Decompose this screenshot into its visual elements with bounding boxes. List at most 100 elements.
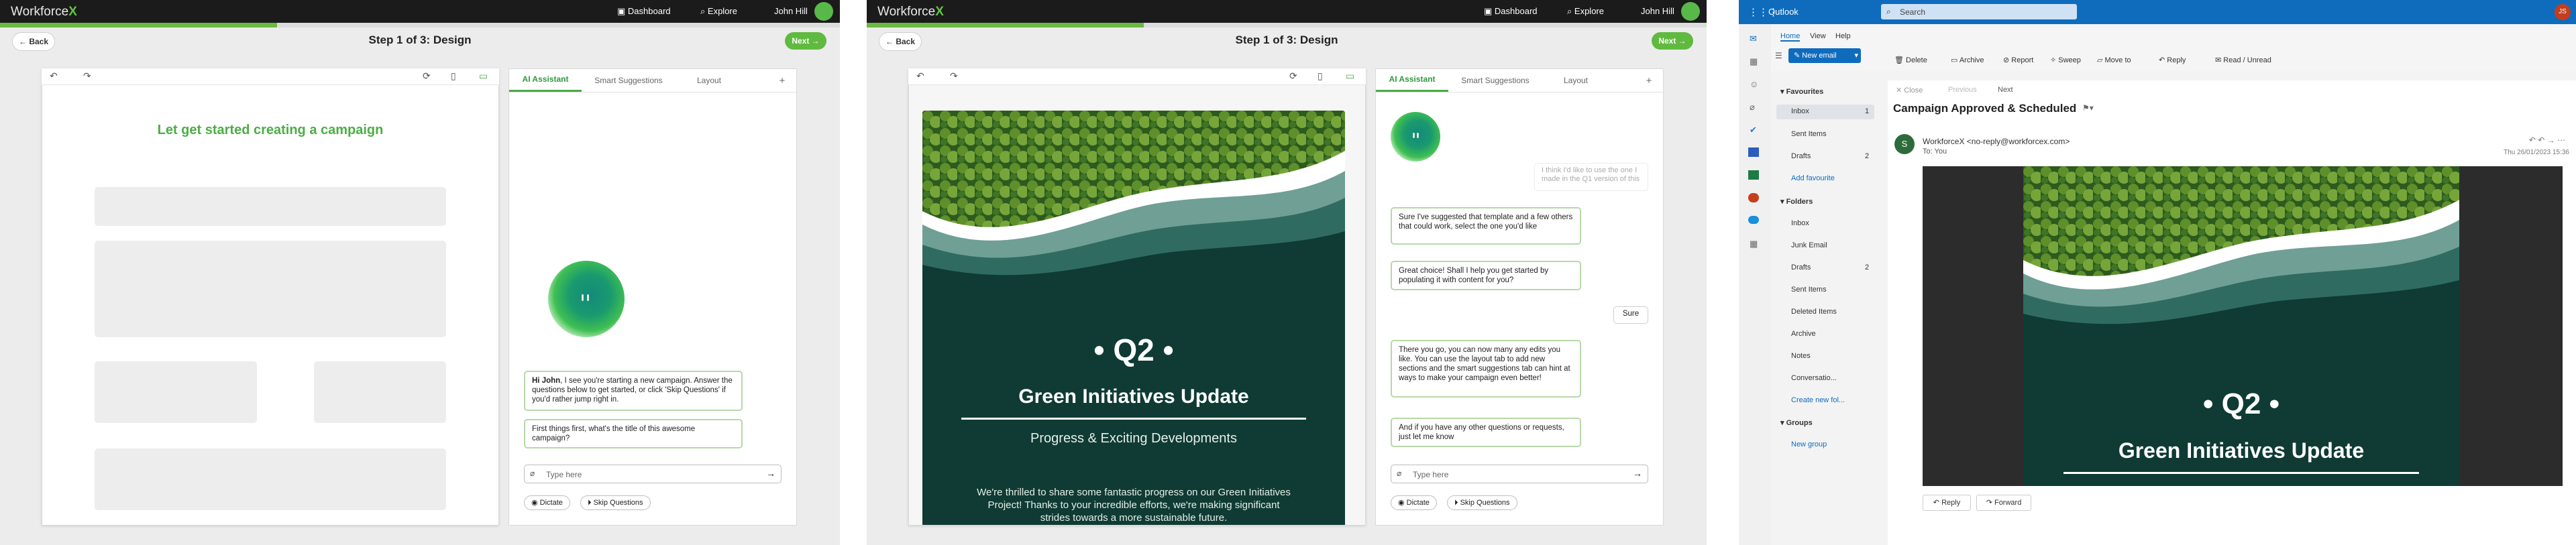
canvas-toolbar: ↶ ↷ ⟳ ▯ ▭ bbox=[908, 68, 1366, 85]
create-folder-link[interactable]: Create new fol... bbox=[1791, 396, 1845, 404]
favourite-inbox[interactable]: Inbox bbox=[1791, 107, 1809, 115]
forward-button[interactable]: ↷ Forward bbox=[1976, 495, 2031, 511]
folder-conversation[interactable]: Conversatio... bbox=[1791, 374, 1837, 382]
favourites-header[interactable]: ▾ Favourites bbox=[1780, 87, 1823, 96]
attach-icon[interactable]: ⌀ bbox=[530, 469, 535, 478]
mail-icon[interactable]: ✉ bbox=[1750, 34, 1757, 44]
folder-drafts[interactable]: Drafts bbox=[1791, 263, 1811, 271]
nav-explore[interactable]: ⌕ Explore bbox=[1567, 6, 1604, 17]
favourite-sent[interactable]: Sent Items bbox=[1791, 130, 1827, 138]
refresh-icon[interactable]: ⟳ bbox=[1289, 70, 1297, 82]
send-icon[interactable]: → bbox=[766, 468, 775, 479]
redo-icon[interactable]: ↷ bbox=[83, 70, 91, 82]
reply-button[interactable]: ↶ Reply bbox=[1923, 495, 1971, 511]
app-screen-step1: WorkforceX ▣ Dashboard ⌕ Explore John Hi… bbox=[0, 0, 840, 545]
folder-sent[interactable]: Sent Items bbox=[1791, 286, 1827, 294]
user-name[interactable]: John Hill bbox=[774, 6, 808, 16]
nav-explore[interactable]: ⌕ Explore bbox=[700, 6, 737, 17]
add-favourite-link[interactable]: Add favourite bbox=[1791, 174, 1835, 182]
user-avatar[interactable]: JS bbox=[2555, 4, 2571, 20]
ai-message: Sure I've suggested that template and a … bbox=[1391, 207, 1581, 245]
placeholder-block[interactable] bbox=[95, 361, 257, 423]
placeholder-block[interactable] bbox=[314, 361, 446, 423]
app-logo[interactable]: WorkforceX bbox=[11, 5, 77, 19]
apps-icon[interactable]: ▦ bbox=[1750, 239, 1758, 249]
tab-smart-suggestions[interactable]: Smart Suggestions bbox=[1456, 69, 1534, 92]
folder-notes[interactable]: Notes bbox=[1791, 352, 1811, 360]
delete-button[interactable]: 🗑 Delete bbox=[1894, 56, 1927, 64]
user-avatar[interactable] bbox=[1681, 2, 1700, 21]
folder-archive[interactable]: Archive bbox=[1791, 330, 1816, 338]
email-template[interactable]: • Q2 • Green Initiatives Update Progress… bbox=[922, 111, 1345, 525]
placeholder-block[interactable] bbox=[95, 241, 446, 337]
message-actions-icon[interactable]: ↶ ↶ → ⋯ bbox=[2529, 135, 2565, 145]
nav-dashboard[interactable]: ▣ Dashboard bbox=[1484, 6, 1538, 17]
attach-icon[interactable]: ⌀ bbox=[1397, 469, 1401, 478]
design-canvas[interactable]: • Q2 • Green Initiatives Update Progress… bbox=[908, 68, 1366, 526]
previous-button[interactable]: Previous bbox=[1948, 86, 1977, 94]
sweep-button[interactable]: ✧ Sweep bbox=[2050, 56, 2081, 64]
placeholder-block[interactable] bbox=[95, 187, 446, 226]
sender-address[interactable]: WorkforceX <no-reply@workforcex.com> bbox=[1923, 137, 2070, 146]
menu-tab-home[interactable]: Home bbox=[1780, 32, 1801, 42]
mobile-preview-icon[interactable]: ▯ bbox=[1318, 70, 1323, 82]
calendar-icon[interactable]: ▦ bbox=[1750, 56, 1758, 67]
next-button[interactable]: Next → bbox=[785, 32, 826, 50]
placeholder-block[interactable] bbox=[95, 448, 446, 510]
search-box[interactable]: ⌕ Search bbox=[1881, 4, 2077, 19]
redo-icon[interactable]: ↷ bbox=[950, 70, 958, 82]
dictate-button[interactable]: ◉ Dictate bbox=[524, 495, 570, 510]
composer-input[interactable]: ⌀ Type here → bbox=[1391, 465, 1648, 483]
folder-junk[interactable]: Junk Email bbox=[1791, 241, 1827, 249]
skip-questions-button[interactable]: ⏵ Skip Questions bbox=[580, 495, 651, 510]
undo-icon[interactable]: ↶ bbox=[50, 70, 58, 82]
user-avatar[interactable] bbox=[814, 2, 833, 21]
next-message-button[interactable]: Next bbox=[1998, 86, 2013, 94]
nav-dashboard[interactable]: ▣ Dashboard bbox=[617, 6, 671, 17]
refresh-icon[interactable]: ⟳ bbox=[423, 70, 431, 82]
add-tab-icon[interactable]: + bbox=[1639, 69, 1659, 92]
reply-ribbon-button[interactable]: ↶ Reply bbox=[2159, 56, 2186, 64]
read-unread-button[interactable]: ✉ Read / Unread bbox=[2215, 56, 2271, 64]
next-button[interactable]: Next → bbox=[1652, 32, 1693, 50]
add-tab-icon[interactable]: + bbox=[772, 69, 792, 92]
app-logo[interactable]: WorkforceX bbox=[877, 5, 944, 19]
folders-header[interactable]: ▾ Folders bbox=[1780, 197, 1813, 206]
tab-layout[interactable]: Layout bbox=[1542, 69, 1609, 92]
design-canvas[interactable]: Let get started creating a campaign bbox=[42, 68, 499, 526]
tag-icon[interactable]: ⚑▾ bbox=[2082, 103, 2094, 113]
new-email-button[interactable]: ✎ New email ▾ bbox=[1788, 48, 1861, 63]
send-icon[interactable]: → bbox=[1633, 468, 1642, 479]
skip-questions-button[interactable]: ⏵ Skip Questions bbox=[1447, 495, 1517, 510]
excel-icon[interactable] bbox=[1748, 170, 1759, 180]
folder-deleted[interactable]: Deleted Items bbox=[1791, 308, 1837, 316]
desktop-preview-icon[interactable]: ▭ bbox=[479, 70, 488, 82]
attachment-icon[interactable]: ⌀ bbox=[1750, 102, 1755, 113]
tab-ai-assistant[interactable]: AI Assistant bbox=[1376, 69, 1448, 92]
powerpoint-icon[interactable] bbox=[1748, 193, 1759, 202]
close-button[interactable]: ✕ Close bbox=[1896, 86, 1923, 95]
composer-input[interactable]: ⌀ Type here → bbox=[524, 465, 782, 483]
desktop-preview-icon[interactable]: ▭ bbox=[1346, 70, 1354, 82]
word-icon[interactable] bbox=[1748, 147, 1759, 157]
tab-ai-assistant[interactable]: AI Assistant bbox=[509, 69, 582, 92]
folder-inbox[interactable]: Inbox bbox=[1791, 219, 1809, 227]
menu-tab-view[interactable]: View bbox=[1810, 32, 1826, 40]
menu-tab-help[interactable]: Help bbox=[1835, 32, 1851, 40]
report-button[interactable]: ⊘ Report bbox=[2003, 56, 2033, 64]
hamburger-icon[interactable]: ☰ bbox=[1775, 51, 1782, 60]
dictate-button[interactable]: ◉ Dictate bbox=[1391, 495, 1437, 510]
archive-button[interactable]: ▭ Archive bbox=[1951, 56, 1984, 64]
user-name[interactable]: John Hill bbox=[1641, 6, 1674, 16]
onedrive-icon[interactable] bbox=[1748, 216, 1759, 224]
people-icon[interactable]: ☺ bbox=[1750, 79, 1758, 89]
favourite-drafts[interactable]: Drafts bbox=[1791, 152, 1811, 160]
mobile-preview-icon[interactable]: ▯ bbox=[451, 70, 456, 82]
tab-layout[interactable]: Layout bbox=[676, 69, 743, 92]
move-to-button[interactable]: ▱ Move to bbox=[2097, 56, 2131, 64]
new-group-link[interactable]: New group bbox=[1791, 440, 1827, 448]
groups-header[interactable]: ▾ Groups bbox=[1780, 418, 1813, 427]
undo-icon[interactable]: ↶ bbox=[916, 70, 924, 82]
tab-smart-suggestions[interactable]: Smart Suggestions bbox=[590, 69, 667, 92]
todo-icon[interactable]: ✔ bbox=[1750, 125, 1757, 135]
